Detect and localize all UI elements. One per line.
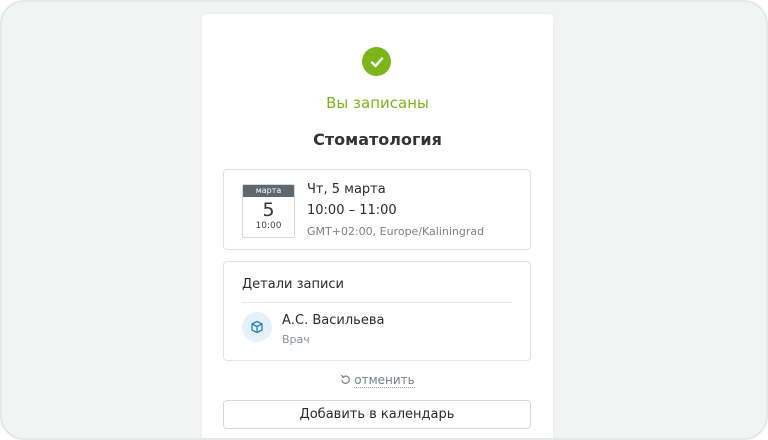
service-title: Стоматология — [313, 130, 442, 149]
divider — [242, 302, 512, 303]
booking-details-panel: Детали записи А.С. Васильева Врач — [223, 261, 531, 361]
appointment-timezone: GMT+02:00, Europe/Kaliningrad — [307, 225, 485, 238]
appointment-date: Чт, 5 марта — [307, 182, 386, 197]
app-window: Вы записаны Стоматология марта 5 10:00 Ч… — [0, 0, 768, 440]
date-info: Чт, 5 марта 10:00 – 11:00 GMT+02:00, Eur… — [307, 182, 484, 238]
booking-status: Вы записаны — [326, 94, 429, 112]
calendar-day: 5 — [262, 199, 275, 221]
cancel-link[interactable]: отменить — [340, 373, 415, 388]
appointment-date-panel: марта 5 10:00 Чт, 5 марта 10:00 – 11:00 … — [223, 169, 531, 250]
calendar-time: 10:00 — [255, 221, 282, 231]
cancel-row: отменить — [202, 373, 553, 388]
appointment-time-range: 10:00 – 11:00 — [307, 203, 397, 218]
details-title: Детали записи — [242, 277, 345, 292]
add-to-calendar-button[interactable]: Добавить в календарь — [223, 400, 531, 429]
undo-icon — [340, 374, 351, 388]
checkmark-icon — [362, 47, 391, 76]
calendar-month: марта — [243, 185, 294, 197]
doctor-role: Врач — [282, 333, 310, 346]
cube-icon — [242, 312, 272, 342]
booking-confirmation-card: Вы записаны Стоматология марта 5 10:00 Ч… — [202, 14, 553, 438]
doctor-name: А.С. Васильева — [282, 313, 385, 328]
cancel-label: отменить — [354, 373, 415, 388]
calendar-badge: марта 5 10:00 — [242, 184, 295, 238]
